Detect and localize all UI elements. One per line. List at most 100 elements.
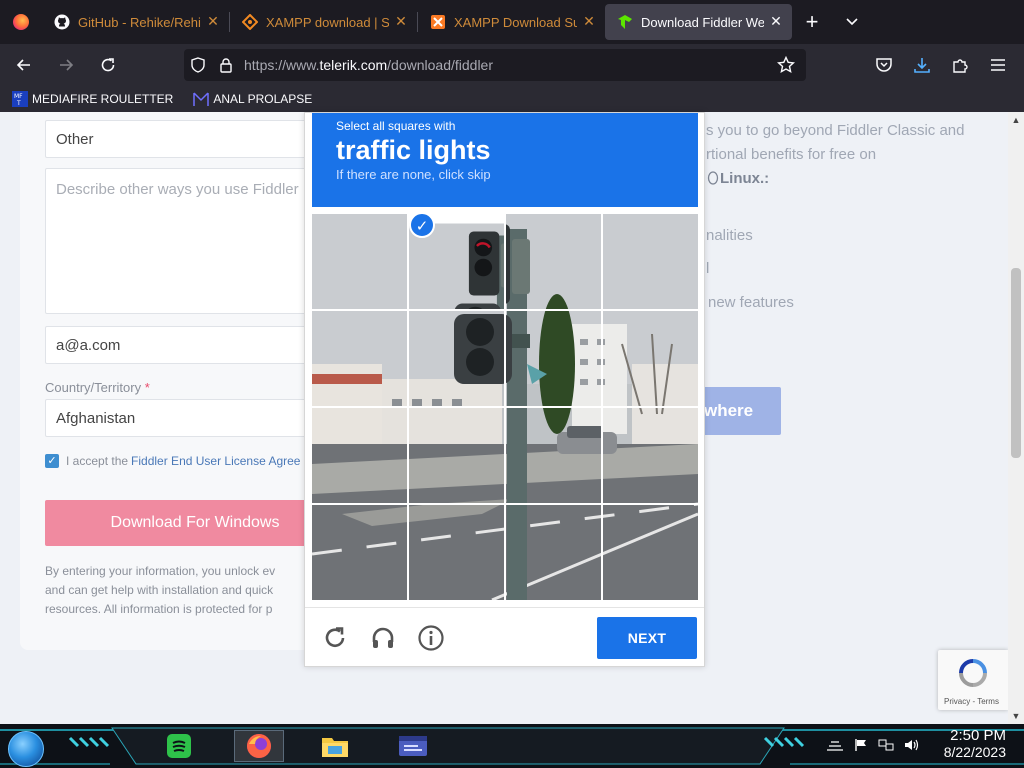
reload-challenge-button[interactable] [321,624,349,652]
feature-item: new features [708,294,794,311]
next-button[interactable]: NEXT [597,617,697,659]
firefox-view-button[interactable] [0,0,42,44]
captcha-tile[interactable] [603,214,698,309]
captcha-tile[interactable] [603,505,698,600]
linux-label: Linux [720,170,760,187]
url-host: telerik.com [319,57,388,73]
tab-github[interactable]: GitHub - Rehike/Rehike ✕ [42,4,229,40]
captcha-tile[interactable] [409,311,504,406]
scrollbar-thumb[interactable] [1011,268,1021,458]
system-tray [826,738,930,755]
captcha-tile[interactable] [603,408,698,503]
recaptcha-badge[interactable]: Privacy - Terms [938,650,1008,710]
download-for-windows-button[interactable]: Download For Windows [45,500,345,546]
captcha-tile[interactable] [506,311,601,406]
description-line-linux: Linux.: [706,169,769,187]
lock-icon[interactable] [212,57,240,73]
fineprint-line: By entering your information, you unlock… [45,564,276,578]
describe-usage-textarea[interactable]: Describe other ways you use Fiddler [45,168,335,314]
description-line: rtional benefits for free on [706,146,877,163]
sourceforge-icon [242,14,258,30]
audio-challenge-button[interactable] [369,624,397,652]
challenge-hint: If there are none, click skip [336,167,491,182]
captcha-tile[interactable] [312,505,407,600]
captcha-tile-image [603,408,698,503]
country-label: Country/Territory * [45,380,150,395]
url-text[interactable]: https://www.telerik.com/download/fiddler [240,57,772,73]
image-grid: ✓ [312,212,698,600]
new-tab-button[interactable]: + [792,4,832,40]
shield-icon[interactable] [184,57,212,73]
accept-label: I accept the [66,454,129,468]
scroll-up-icon[interactable]: ▲ [1008,112,1024,128]
license-checkbox[interactable]: ✓ [45,454,59,468]
captcha-tile[interactable] [409,408,504,503]
captcha-tile-image [506,311,601,406]
help-button[interactable] [417,624,445,652]
downloads-button[interactable] [904,49,940,81]
reload-button[interactable] [90,49,126,81]
tab-strip: GitHub - Rehike/Rehike ✕ XAMPP download … [0,0,1024,44]
tray-overflow-icon[interactable] [826,738,844,755]
flag-icon[interactable] [854,738,868,755]
bookmark-item[interactable]: ANAL PROLAPSE [193,91,312,107]
captcha-tile-image [506,505,601,600]
captcha-tile[interactable] [506,214,601,309]
captcha-tile[interactable] [312,311,407,406]
page-scrollbar[interactable]: ▲ ▼ [1008,112,1024,724]
recaptcha-challenge: Select all squares with traffic lights I… [304,112,705,667]
clock[interactable]: 2:50 PM 8/22/2023 [944,727,1006,760]
tab-fiddler[interactable]: Download Fiddler Web D ✕ [605,4,792,40]
mediafire-icon: MF T [12,91,28,107]
linux-icon [707,171,719,185]
taskbar-app-window[interactable] [394,730,432,762]
taskbar-app-file-explorer[interactable] [316,730,354,762]
window-app-icon [399,736,427,756]
fineprint-line: resources. All information is protected … [45,602,273,616]
volume-icon[interactable] [904,738,920,755]
taskbar-app-spotify[interactable] [160,730,198,762]
reload-icon [101,58,115,72]
pocket-button[interactable] [866,49,902,81]
captcha-tile[interactable] [506,505,601,600]
bookmarks-toolbar: MF T MEDIAFIRE ROULETTER ANAL PROLAPSE [0,86,1024,112]
list-all-tabs-button[interactable] [832,4,872,40]
arrow-left-icon [16,59,30,71]
bookmark-label: MEDIAFIRE ROULETTER [32,92,174,106]
challenge-instruction: Select all squares with [336,119,456,133]
captcha-tile[interactable] [312,408,407,503]
country-select[interactable]: Afghanistan [45,399,335,437]
back-button[interactable] [6,49,42,81]
github-icon [54,14,70,30]
network-icon[interactable] [878,738,894,755]
forward-button[interactable] [48,49,84,81]
firefox-icon [247,734,271,758]
url-bar[interactable]: https://www.telerik.com/download/fiddler [184,49,806,81]
menu-button[interactable] [980,49,1016,81]
captcha-tile[interactable] [603,311,698,406]
close-icon[interactable]: ✕ [768,13,784,29]
extensions-button[interactable] [942,49,978,81]
eula-link[interactable]: Fiddler End User License Agree [131,454,300,468]
tab-title: GitHub - Rehike/Rehike [78,14,201,30]
captcha-tile[interactable] [312,214,407,309]
recaptcha-icon [959,659,987,687]
captcha-tile[interactable] [409,505,504,600]
captcha-tile[interactable] [506,408,601,503]
close-icon[interactable]: ✕ [205,13,221,29]
scroll-down-icon[interactable]: ▼ [1008,708,1024,724]
captcha-tile-image [312,505,407,600]
tab-xampp-sourceforge[interactable]: XAMPP download | Sou ✕ [230,4,417,40]
bookmark-item[interactable]: MF T MEDIAFIRE ROULETTER [12,91,173,107]
close-icon[interactable]: ✕ [393,13,409,29]
close-icon[interactable]: ✕ [581,13,597,29]
start-button[interactable] [8,731,44,767]
arrow-right-icon [60,59,74,71]
challenge-header: Select all squares with traffic lights I… [312,113,698,207]
usage-select[interactable]: Other [45,120,335,158]
taskbar-app-firefox[interactable] [234,730,284,762]
email-field[interactable]: a@a.com [45,326,335,364]
tab-xampp-success[interactable]: XAMPP Download Succ ✕ [418,4,605,40]
star-icon[interactable] [772,56,800,74]
privacy-terms-links[interactable]: Privacy - Terms [944,697,999,706]
